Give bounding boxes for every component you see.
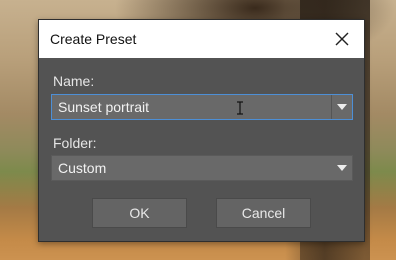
ok-button[interactable]: OK <box>92 198 187 228</box>
text-cursor-icon <box>237 101 243 115</box>
create-preset-dialog: Create Preset Name: Sunset portrait Fold… <box>38 19 365 242</box>
folder-label: Folder: <box>53 135 97 151</box>
name-dropdown-button[interactable] <box>331 95 352 119</box>
close-icon <box>335 32 349 46</box>
folder-value: Custom <box>58 160 107 176</box>
folder-select[interactable]: Custom <box>51 155 353 181</box>
close-button[interactable] <box>320 20 364 58</box>
name-value: Sunset portrait <box>58 99 150 115</box>
dialog-titlebar: Create Preset <box>39 20 364 58</box>
name-label: Name: <box>53 73 95 89</box>
chevron-down-icon <box>337 104 347 110</box>
folder-dropdown-button[interactable] <box>332 156 352 180</box>
name-combobox[interactable]: Sunset portrait <box>51 94 353 120</box>
cancel-button[interactable]: Cancel <box>216 198 311 228</box>
chevron-down-icon <box>337 165 347 171</box>
dialog-title: Create Preset <box>50 31 137 47</box>
